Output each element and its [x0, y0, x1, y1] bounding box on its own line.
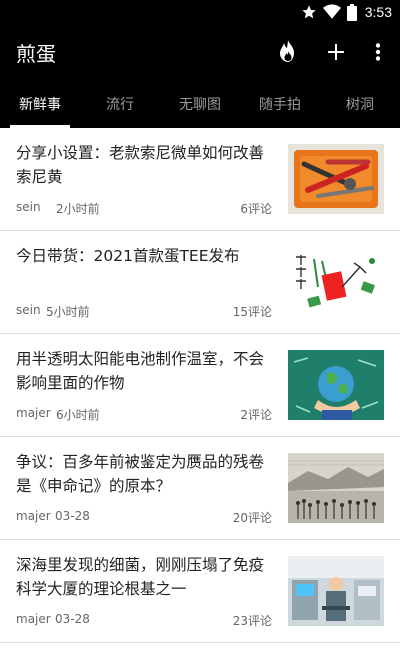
more-vert-icon: [375, 43, 381, 61]
lab-image: [288, 556, 384, 626]
add-button[interactable]: [322, 38, 350, 66]
item-time: 2小时前: [56, 202, 100, 216]
battery-icon: [346, 3, 357, 21]
item-title: 争议：百多年前被鉴定为赝品的残卷是《申命记》的原本？: [16, 453, 265, 495]
item-title: 今日带货：2021首款蛋TEE发布: [16, 247, 240, 265]
item-title: 分享小设置：老款索尼微单如何改善索尼黄: [16, 144, 265, 186]
feed-item-partial[interactable]: [0, 643, 400, 661]
item-comments: 20评论: [232, 511, 272, 525]
tab-news[interactable]: 新鲜事: [0, 80, 80, 128]
tab-popular[interactable]: 流行: [80, 80, 160, 128]
feed-item[interactable]: 深海里发现的细菌，刚刚压塌了免疫科学大厦的理论根基之一 majer 03-28 …: [0, 540, 400, 643]
shirt-doodle-image: [288, 247, 384, 317]
item-author: majer: [16, 612, 51, 626]
item-author: majer: [16, 406, 51, 420]
tab-treehole[interactable]: 树洞: [320, 80, 400, 128]
feed-item[interactable]: 争议：百多年前被鉴定为赝品的残卷是《申命记》的原本？ majer 03-28 2…: [0, 437, 400, 540]
item-author: majer: [16, 509, 51, 523]
item-time: 03-28: [55, 509, 90, 523]
engraving-image: [288, 453, 384, 523]
item-author: sein: [16, 303, 41, 317]
app-bar: 煎蛋: [0, 24, 400, 80]
item-comments: 6评论: [240, 202, 272, 216]
hot-button[interactable]: [274, 38, 302, 66]
status-time: 3:53: [364, 4, 392, 20]
tab-bar: 新鲜事 流行 无聊图 随手拍 树洞: [0, 80, 400, 128]
status-icons: 3:53: [301, 2, 392, 22]
item-time: 03-28: [55, 612, 90, 626]
more-button[interactable]: [364, 38, 392, 66]
wifi-icon: [322, 4, 341, 19]
item-comments: 2评论: [240, 408, 272, 422]
tools-image: [288, 144, 384, 214]
status-bar: 3:53: [0, 0, 400, 24]
flame-icon: [280, 40, 294, 62]
item-comments: 23评论: [232, 614, 272, 628]
tab-boring-pics[interactable]: 无聊图: [160, 80, 240, 128]
tab-snapshots[interactable]: 随手拍: [240, 80, 320, 128]
item-author: sein: [16, 200, 41, 214]
plus-icon: [328, 44, 344, 60]
feed-item[interactable]: 分享小设置：老款索尼微单如何改善索尼黄 sein 2小时前 6评论: [0, 128, 400, 231]
feed-item[interactable]: 用半透明太阳能电池制作温室，不会影响里面的作物 majer 6小时前 2评论: [0, 334, 400, 437]
feed-item[interactable]: 今日带货：2021首款蛋TEE发布 sein 5小时前 15评论: [0, 231, 400, 334]
item-title: 深海里发现的细菌，刚刚压塌了免疫科学大厦的理论根基之一: [16, 556, 265, 598]
item-time: 6小时前: [56, 408, 100, 422]
item-time: 5小时前: [46, 305, 90, 319]
item-comments: 15评论: [232, 305, 272, 319]
item-title: 用半透明太阳能电池制作温室，不会影响里面的作物: [16, 350, 265, 392]
news-feed[interactable]: 分享小设置：老款索尼微单如何改善索尼黄 sein 2小时前 6评论 今日带货：2…: [0, 128, 400, 661]
star-icon: [302, 5, 316, 19]
globe-hand-image: [288, 350, 384, 420]
app-title: 煎蛋: [16, 42, 56, 66]
